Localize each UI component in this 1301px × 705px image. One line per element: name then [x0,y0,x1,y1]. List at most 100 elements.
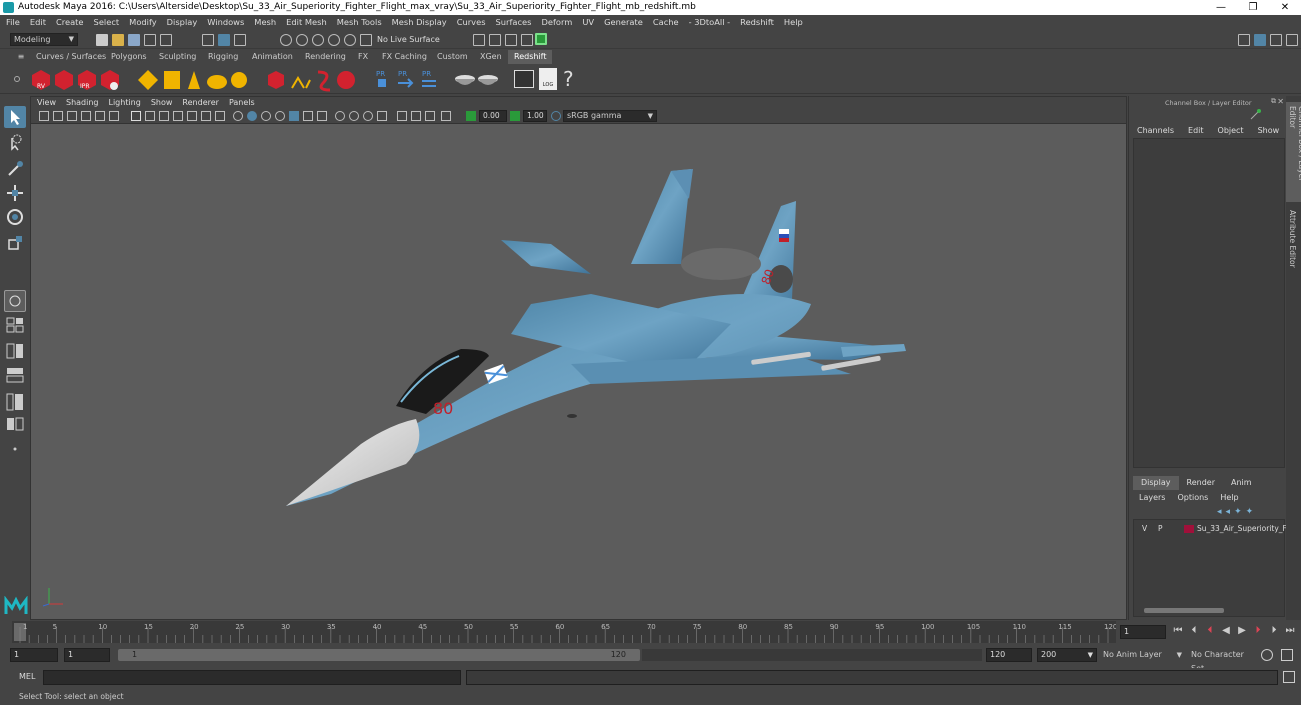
gamma-field[interactable]: 1.00 [523,110,547,122]
redo-icon[interactable] [160,34,172,46]
minimize-button[interactable]: — [1205,0,1237,15]
save-scene-icon[interactable] [128,34,140,46]
shelf-tab-xgen[interactable]: XGen [474,50,508,64]
anim-layer-dropdown[interactable]: No Anim Layer ▼ [1100,648,1185,662]
shelf-tab-animation[interactable]: Animation [246,50,299,64]
step-back-key-icon[interactable]: ⏴ [1202,625,1218,636]
cb-menu-object[interactable]: Object [1218,126,1244,135]
attribute-editor-toggle-icon[interactable] [1270,34,1282,46]
menu-cache[interactable]: Cache [653,15,679,30]
render-current-icon[interactable] [489,34,501,46]
layer-row[interactable]: V P Su_33_Air_Superiority_Fi [1134,523,1288,535]
shelf-options-icon[interactable] [14,76,20,82]
tool-settings-toggle-icon[interactable] [1286,34,1298,46]
scale-tool-icon[interactable] [4,232,26,254]
rotate-tool-icon[interactable] [4,206,26,228]
select-tool-icon[interactable] [4,106,26,128]
side-tab-attribute-editor[interactable]: Attribute Editor [1286,206,1301,276]
time-slider[interactable]: 1 5 10 15 20 25 30 35 40 45 50 55 60 65 70 75 80 85 90 95 10… [0,620,1301,645]
outliner-layout-icon[interactable] [4,392,26,412]
menu-deform[interactable]: Deform [541,15,572,30]
go-to-end-icon[interactable]: ⏭ [1282,625,1298,636]
play-backward-icon[interactable]: ◀ [1218,625,1234,636]
backface-culling-icon[interactable] [441,111,451,121]
render-view-icon[interactable] [521,34,533,46]
rs-log-icon[interactable]: LOG [539,68,557,90]
resolution-gate-icon[interactable] [159,111,169,121]
range-track[interactable] [642,649,982,661]
four-view-layout-icon[interactable] [4,316,26,334]
menu-help[interactable]: Help [784,15,803,30]
command-input[interactable] [43,670,461,685]
grid-toggle-icon[interactable] [131,111,141,121]
cb-menu-show[interactable]: Show [1258,126,1280,135]
menu-surfaces[interactable]: Surfaces [496,15,532,30]
vp-menu-shading[interactable]: Shading [66,97,99,109]
snap-surface-icon[interactable] [344,34,356,46]
anti-aliasing-icon[interactable] [349,111,359,121]
animation-prefs-icon[interactable] [1281,649,1293,661]
layer-tab-render[interactable]: Render [1179,476,1223,490]
start-time-field[interactable]: 1 [10,648,58,662]
move-tool-icon[interactable] [4,182,26,204]
menu-file[interactable]: File [6,15,20,30]
vp-menu-show[interactable]: Show [151,97,173,109]
end-time-field[interactable]: 200 ▼ [1037,648,1097,662]
layer-name[interactable]: Su_33_Air_Superiority_Fi [1197,523,1288,535]
menu-edit-mesh[interactable]: Edit Mesh [286,15,327,30]
shelf-tab-fx-caching[interactable]: FX Caching [376,50,433,64]
hypershade-icon[interactable] [535,33,547,45]
new-layer-selected-icon[interactable]: ✦ [1246,507,1254,517]
cb-menu-channels[interactable]: Channels [1137,126,1174,135]
menu-uv[interactable]: UV [582,15,594,30]
render-settings-icon[interactable] [473,34,485,46]
exposure-icon[interactable] [466,111,476,121]
make-live-icon[interactable] [360,34,372,46]
vp-menu-lighting[interactable]: Lighting [108,97,140,109]
toolbox-more-icon[interactable] [4,442,26,456]
cb-menu-edit[interactable]: Edit [1188,126,1204,135]
rs-script-icon[interactable] [514,70,534,88]
menu-mesh-tools[interactable]: Mesh Tools [337,15,382,30]
step-back-icon[interactable]: ⏴ [1186,625,1202,636]
menu-mesh-display[interactable]: Mesh Display [392,15,447,30]
image-plane-icon[interactable] [81,111,91,121]
menu-windows[interactable]: Windows [207,15,244,30]
film-gate-icon[interactable] [145,111,155,121]
shelf-tab-sculpting[interactable]: Sculpting [153,50,202,64]
play-forward-icon[interactable]: ▶ [1234,625,1250,636]
auto-key-icon[interactable] [1261,649,1273,661]
layer-menu-layers[interactable]: Layers [1139,493,1165,502]
move-layer-up-icon[interactable]: ◂ [1217,507,1222,517]
menu-mesh[interactable]: Mesh [254,15,276,30]
wireframe-icon[interactable] [233,111,243,121]
select-component-icon[interactable] [234,34,246,46]
shelf-tab-curves[interactable]: Curves / Surfaces [30,50,112,64]
color-management-icon[interactable] [551,111,561,121]
channel-box-toggle-icon[interactable] [1254,34,1266,46]
layer-menu-help[interactable]: Help [1220,493,1238,502]
camera-select-icon[interactable] [39,111,49,121]
xray-components-icon[interactable] [425,111,435,121]
isolate-select-icon[interactable] [377,111,387,121]
shelf-tab-redshift[interactable]: Redshift [508,50,553,64]
channel-box-filter-icon[interactable] [1248,108,1262,122]
select-hierarchy-icon[interactable] [202,34,214,46]
step-forward-icon[interactable]: ⏵ [1266,625,1282,636]
time-ruler[interactable]: 1 5 10 15 20 25 30 35 40 45 50 55 60 65 70 75 80 85 90 95 10… [12,621,1116,643]
select-object-icon[interactable] [218,34,230,46]
menu-redshift[interactable]: Redshift [740,15,774,30]
hypershade-layout-icon[interactable] [4,416,26,432]
lasso-tool-icon[interactable] [4,132,26,154]
close-button[interactable]: ✕ [1269,0,1301,15]
open-scene-icon[interactable] [112,34,124,46]
script-editor-icon[interactable] [1283,671,1295,683]
colorspace-dropdown[interactable]: sRGB gamma ▼ [563,110,657,122]
default-material-icon[interactable] [261,111,271,121]
use-all-lights-icon[interactable] [289,111,299,121]
menu-select[interactable]: Select [94,15,120,30]
ipr-render-icon[interactable] [505,34,517,46]
exposure-field[interactable]: 0.00 [479,110,507,122]
xray-joints-icon[interactable] [411,111,421,121]
new-scene-icon[interactable] [96,34,108,46]
